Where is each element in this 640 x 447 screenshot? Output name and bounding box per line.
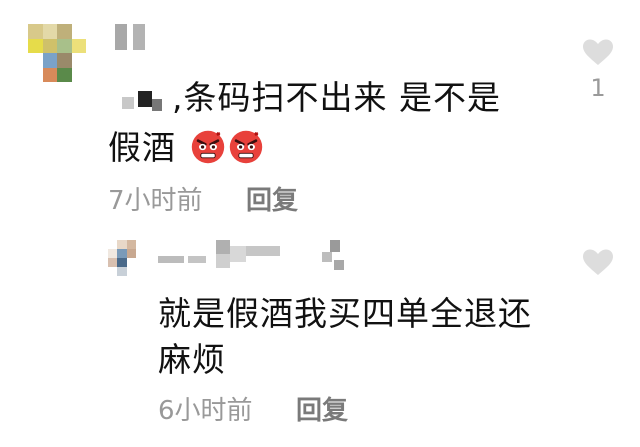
reply-timestamp: 6小时前 xyxy=(158,396,253,426)
comment-text: ,条码扫不出来 是不是 xyxy=(108,74,501,122)
comment-text-line1: ,条码扫不出来 是不是 xyxy=(172,78,501,117)
username-blurred[interactable] xyxy=(115,24,145,50)
angry-face-emoji-icon xyxy=(191,130,224,164)
reply-username-blurred[interactable] xyxy=(158,240,358,280)
comment-text-line2-row: 假酒 xyxy=(108,124,264,172)
comment-timestamp: 7小时前 xyxy=(108,186,203,216)
reply-avatar[interactable] xyxy=(108,240,136,276)
like-heart-icon[interactable] xyxy=(582,38,614,66)
comment-text-line2: 假酒 xyxy=(108,128,176,167)
reply-reply-button[interactable]: 回复 xyxy=(296,396,348,426)
like-count: 1 xyxy=(590,74,606,102)
angry-face-emoji-icon xyxy=(229,130,262,164)
reply-button[interactable]: 回复 xyxy=(246,186,298,216)
avatar[interactable] xyxy=(28,24,86,82)
blurred-mention xyxy=(108,85,166,115)
reply-text-line2: 麻烦 xyxy=(158,340,226,379)
reply-text-line1: 就是假酒我买四单全退还 xyxy=(158,294,532,333)
reply-like-heart-icon[interactable] xyxy=(582,248,614,276)
